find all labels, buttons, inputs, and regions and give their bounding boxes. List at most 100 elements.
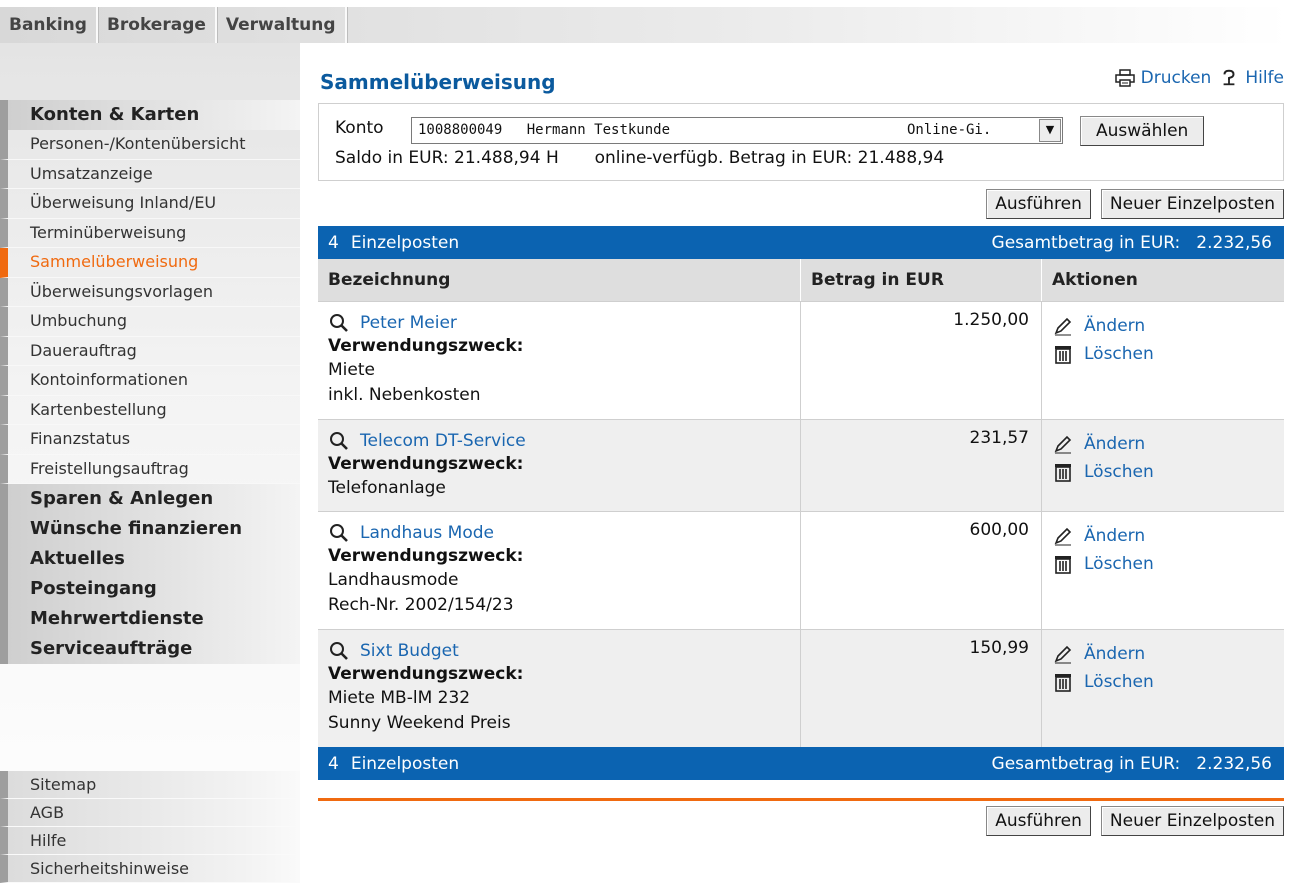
- delete-label: Löschen: [1084, 672, 1154, 692]
- purpose-line: Landhausmode: [328, 570, 459, 590]
- purpose-label: Verwendungszweck:: [328, 546, 524, 566]
- account-balance: Saldo in EUR: 21.488,94 H online-verfügb…: [335, 148, 944, 168]
- tab-list: Banking Brokerage Verwaltung: [0, 7, 347, 43]
- row-amount: 1.250,00: [801, 302, 1042, 419]
- new-item-button[interactable]: Neuer Einzelposten: [1100, 189, 1284, 219]
- total-value: 2.232,56: [1196, 232, 1272, 253]
- page-tools: Drucken Hilfe: [1114, 68, 1284, 88]
- sidebar-footer-hilfe[interactable]: Hilfe: [0, 827, 300, 855]
- row-actions: Ändern Löschen: [1042, 512, 1284, 629]
- table-row: Telecom DT-Service Verwendungszweck: Tel…: [318, 419, 1284, 511]
- row-actions: Ändern Löschen: [1042, 420, 1284, 511]
- select-account-button[interactable]: Auswählen: [1080, 116, 1205, 146]
- sidebar-group-konten: Konten & Karten Personen-/Kontenübersich…: [0, 100, 300, 664]
- row-amount: 231,57: [801, 420, 1042, 511]
- sidebar-footer-sicherheitshinweise[interactable]: Sicherheitshinweise: [0, 855, 300, 883]
- sidebar-heading-serviceauftraege[interactable]: Serviceaufträge: [0, 634, 300, 664]
- action-buttons-top: Ausführen Neuer Einzelposten: [986, 189, 1284, 219]
- purpose-label: Verwendungszweck:: [328, 336, 524, 356]
- sidebar-item-freistellungsauftrag[interactable]: Freistellungsauftrag: [0, 454, 300, 484]
- sidebar-heading-mehrwertdienste[interactable]: Mehrwertdienste: [0, 604, 300, 634]
- magnifier-icon[interactable]: [328, 430, 350, 452]
- tab-verwaltung[interactable]: Verwaltung: [217, 7, 347, 43]
- sidebar-item-personen-kontenuebersicht[interactable]: Personen-/Kontenübersicht: [0, 130, 300, 160]
- delete-action[interactable]: Löschen: [1052, 458, 1284, 486]
- divider: [318, 798, 1284, 801]
- trash-icon: [1055, 556, 1071, 574]
- recipient-link[interactable]: Landhaus Mode: [360, 522, 494, 544]
- edit-label: Ändern: [1084, 526, 1146, 546]
- row-amount: 150,99: [801, 630, 1042, 747]
- purpose-line: inkl. Nebenkosten: [328, 385, 481, 405]
- dropdown-arrow-icon[interactable]: ▼: [1039, 119, 1061, 142]
- sidebar-footer-sitemap[interactable]: Sitemap: [0, 771, 300, 799]
- sidebar-footer-agb[interactable]: AGB: [0, 799, 300, 827]
- trash-icon: [1055, 674, 1071, 692]
- sidebar-heading-sparen-anlegen[interactable]: Sparen & Anlegen: [0, 484, 300, 514]
- total-label: Gesamtbetrag in EUR:: [991, 232, 1181, 253]
- sidebar-item-kartenbestellung[interactable]: Kartenbestellung: [0, 395, 300, 425]
- sidebar-item-umbuchung[interactable]: Umbuchung: [0, 307, 300, 337]
- new-item-button[interactable]: Neuer Einzelposten: [1100, 806, 1284, 836]
- page-title: Sammelüberweisung: [320, 70, 556, 94]
- edit-action[interactable]: Ändern: [1052, 312, 1284, 340]
- print-link[interactable]: Drucken: [1114, 68, 1211, 88]
- purpose-line: Telefonanlage: [328, 478, 446, 498]
- sidebar-item-finanzstatus[interactable]: Finanzstatus: [0, 425, 300, 455]
- edit-label: Ändern: [1084, 644, 1146, 664]
- sidebar-item-sammelueberweisung[interactable]: Sammelüberweisung: [0, 248, 300, 278]
- purpose-line: Miete MB-lM 232: [328, 688, 471, 708]
- sidebar: Konten & Karten Personen-/Kontenübersich…: [0, 43, 300, 892]
- account-holder: Hermann Testkunde: [526, 122, 671, 138]
- magnifier-icon[interactable]: [328, 640, 350, 662]
- sidebar-heading-posteingang[interactable]: Posteingang: [0, 574, 300, 604]
- edit-action[interactable]: Ändern: [1052, 640, 1284, 668]
- table-header: Bezeichnung Betrag in EUR Aktionen: [318, 259, 1284, 301]
- execute-button[interactable]: Ausführen: [986, 806, 1091, 836]
- edit-action[interactable]: Ändern: [1052, 522, 1284, 550]
- tab-banking[interactable]: Banking: [0, 7, 98, 43]
- recipient-link[interactable]: Peter Meier: [360, 312, 457, 334]
- recipient-link[interactable]: Sixt Budget: [360, 640, 459, 662]
- sidebar-item-dauerauftrag[interactable]: Dauerauftrag: [0, 336, 300, 366]
- sidebar-footer: Sitemap AGB Hilfe Sicherheitshinweise: [0, 771, 300, 883]
- magnifier-icon[interactable]: [328, 312, 350, 334]
- top-navigation: Banking Brokerage Verwaltung: [0, 0, 1289, 43]
- sidebar-item-umsatzanzeige[interactable]: Umsatzanzeige: [0, 159, 300, 189]
- row-details: Telecom DT-Service Verwendungszweck: Tel…: [318, 420, 801, 511]
- help-icon: [1223, 69, 1235, 86]
- edit-action[interactable]: Ändern: [1052, 430, 1284, 458]
- pencil-icon: [1054, 645, 1072, 664]
- sidebar-item-kontoinformationen[interactable]: Kontoinformationen: [0, 366, 300, 396]
- account-panel: Konto 1008800049 Hermann Testkunde Onlin…: [318, 103, 1284, 181]
- help-label: Hilfe: [1245, 68, 1284, 88]
- row-actions: Ändern Löschen: [1042, 630, 1284, 747]
- help-link[interactable]: Hilfe: [1219, 68, 1284, 88]
- account-select[interactable]: 1008800049 Hermann Testkunde Online-Gi. …: [411, 117, 1063, 144]
- saldo-value: 21.488,94 H: [454, 148, 559, 168]
- saldo-label: Saldo in EUR:: [335, 148, 449, 168]
- magnifier-icon[interactable]: [328, 522, 350, 544]
- sidebar-item-ueberweisungsvorlagen[interactable]: Überweisungsvorlagen: [0, 277, 300, 307]
- tab-brokerage[interactable]: Brokerage: [98, 7, 217, 43]
- summary-bar-top: 4 Einzelposten Gesamtbetrag in EUR: 2.232,…: [318, 226, 1284, 259]
- row-amount: 600,00: [801, 512, 1042, 629]
- delete-action[interactable]: Löschen: [1052, 340, 1284, 368]
- execute-button[interactable]: Ausführen: [986, 189, 1091, 219]
- sidebar-heading-aktuelles[interactable]: Aktuelles: [0, 544, 300, 574]
- header-amount: Betrag in EUR: [801, 259, 1042, 301]
- item-count: 4: [328, 232, 339, 253]
- delete-label: Löschen: [1084, 554, 1154, 574]
- trash-icon: [1055, 346, 1071, 364]
- sidebar-heading-konten-karten[interactable]: Konten & Karten: [0, 100, 300, 130]
- delete-action[interactable]: Löschen: [1052, 550, 1284, 578]
- printer-icon: [1114, 69, 1135, 87]
- sidebar-item-ueberweisung-inland[interactable]: Überweisung Inland/EU: [0, 189, 300, 219]
- recipient-link[interactable]: Telecom DT-Service: [360, 430, 526, 452]
- delete-action[interactable]: Löschen: [1052, 668, 1284, 696]
- sidebar-item-terminueberweisung[interactable]: Terminüberweisung: [0, 218, 300, 248]
- sidebar-heading-wuensche-finanzieren[interactable]: Wünsche finanzieren: [0, 514, 300, 544]
- purpose-label: Verwendungszweck:: [328, 454, 524, 474]
- row-details: Sixt Budget Verwendungszweck: Miete MB-l…: [318, 630, 801, 747]
- total-label: Gesamtbetrag in EUR:: [991, 753, 1181, 774]
